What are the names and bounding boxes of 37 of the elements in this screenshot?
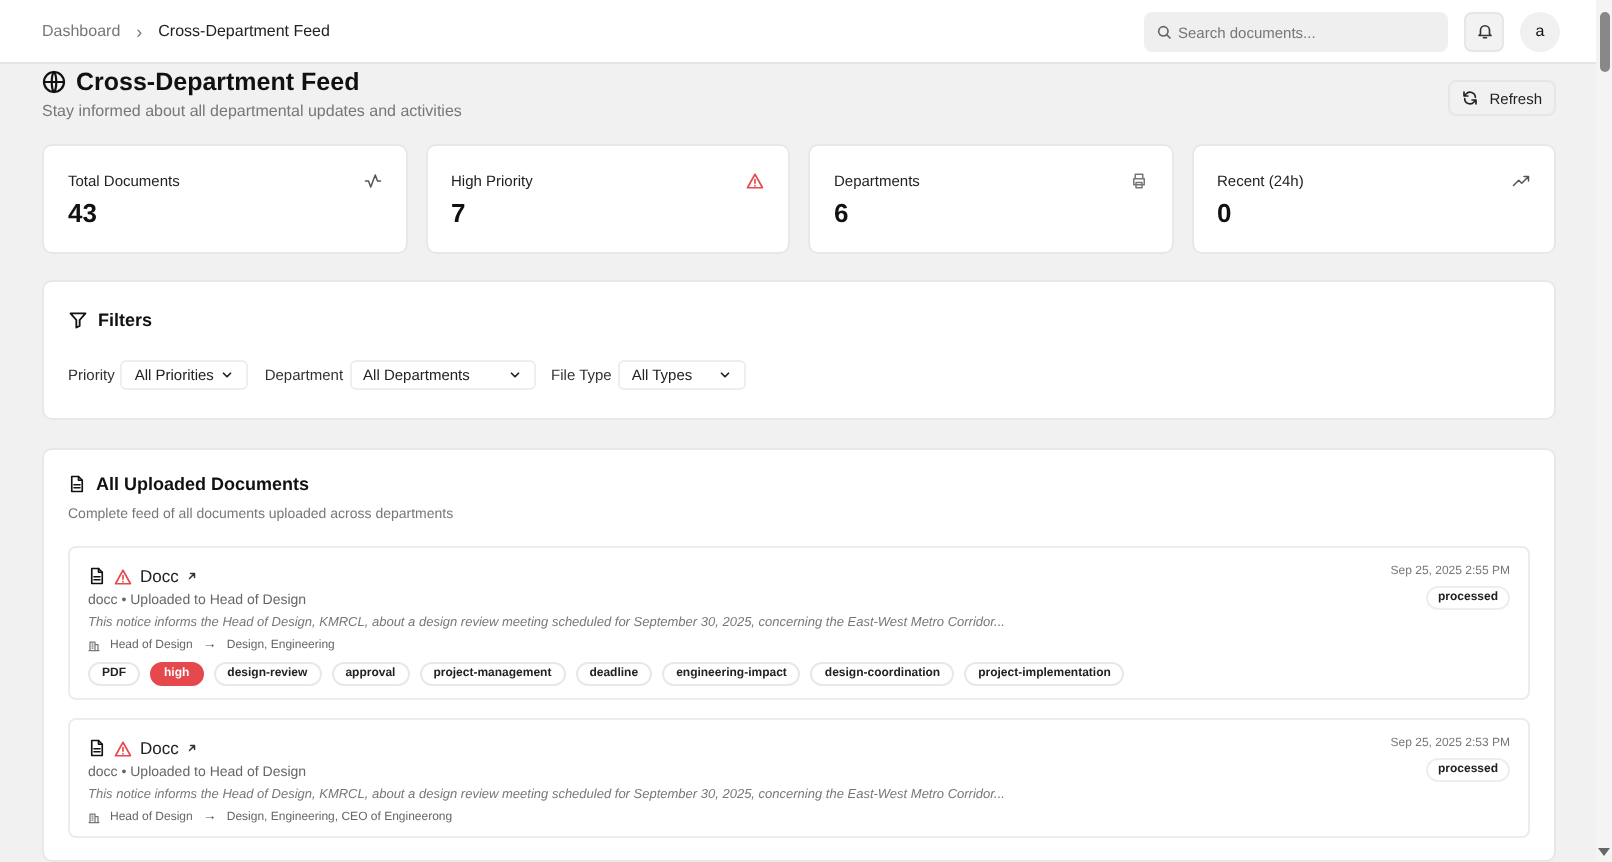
- bell-icon: [1475, 22, 1493, 40]
- stat-value: 6: [834, 198, 851, 228]
- warning-icon: [746, 172, 764, 190]
- globe-icon: [42, 70, 66, 94]
- user-avatar[interactable]: a: [1520, 11, 1560, 51]
- chevron-down-icon: [507, 368, 522, 382]
- page-subtitle: Stay informed about all departmental updates and activities: [42, 102, 462, 120]
- page-title: Cross-Department Feed: [76, 68, 360, 96]
- external-link-icon: [186, 570, 199, 582]
- external-link-icon: [186, 742, 199, 754]
- documents-title: All Uploaded Documents: [96, 474, 310, 494]
- printer-icon: [1129, 172, 1147, 190]
- document-icon: [88, 738, 106, 758]
- chevron-down-icon: [717, 368, 732, 382]
- stat-value: 7: [451, 198, 468, 228]
- chevron-down-icon: [220, 368, 235, 382]
- document-item[interactable]: [68, 718, 1530, 838]
- stat-value: 0: [1217, 198, 1234, 228]
- search-icon: [1156, 23, 1172, 39]
- scrollbar-thumb[interactable]: [1599, 12, 1609, 72]
- refresh-icon: [1461, 90, 1478, 106]
- document-icon: [88, 566, 106, 586]
- breadcrumb-link[interactable]: Dashboard: [42, 22, 121, 40]
- notification-button[interactable]: [1464, 11, 1504, 51]
- document-title[interactable]: Docc: [140, 738, 179, 758]
- building-icon: [88, 811, 100, 823]
- document-item[interactable]: [68, 546, 1530, 700]
- breadcrumb-separator: ›: [136, 21, 143, 41]
- filters-title: Filters: [98, 310, 153, 330]
- trending-up-icon: [1512, 172, 1530, 190]
- document-icon: [68, 474, 86, 494]
- document-title[interactable]: Docc: [140, 566, 179, 586]
- filter-icon: [68, 310, 88, 330]
- activity-icon: [363, 172, 381, 190]
- stat-value: 43: [68, 198, 99, 228]
- building-icon: [88, 639, 100, 651]
- scroll-down-arrow[interactable]: [1598, 848, 1610, 856]
